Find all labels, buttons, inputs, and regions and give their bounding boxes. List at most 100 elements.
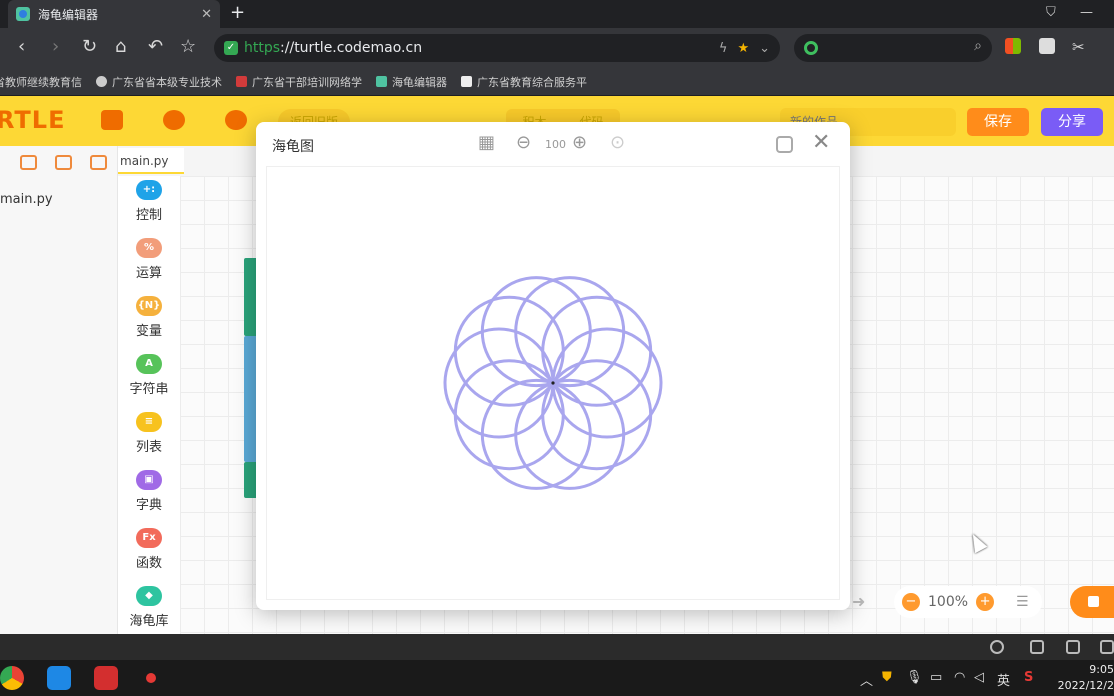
grid-icon[interactable]: ▦ [478,133,495,153]
clock-date: 2022/12/2 [1057,679,1114,692]
locate-icon[interactable]: ⊙ [610,133,625,153]
category-dictionary[interactable]: ▣ 字典 [118,470,180,513]
category-turtle[interactable]: ◆ 海龟库 [118,586,180,629]
browser-status-bar [0,634,1114,660]
turtle-drawing [443,276,663,490]
scissors-icon[interactable]: ✂ [1072,37,1085,57]
forward-icon[interactable]: › [52,37,59,57]
bookmark-item[interactable]: 广东省干部培训网络学 [236,74,362,90]
bookmark-item[interactable]: 海龟编辑器 [376,74,447,90]
address-bar[interactable]: ✓ https ://turtle.codemao.cn ϟ ★ ⌄ [214,34,780,62]
fullscreen-icon[interactable] [776,136,793,153]
wps-app-icon[interactable] [94,666,118,690]
dialog-zoom-value: 100 [545,138,566,151]
search-icon[interactable]: ⌕ [974,38,982,54]
favorite-star-icon[interactable]: ☆ [180,37,196,57]
share-button[interactable]: 分享 [1041,108,1103,136]
shield-tray-icon[interactable]: ⛊ [882,670,892,685]
stop-button[interactable] [1070,586,1114,618]
category-operators[interactable]: % 运算 [118,238,180,281]
zoom-in-icon[interactable]: ⊕ [572,133,587,153]
battery-icon[interactable]: ▭ [930,670,942,685]
category-variables[interactable]: {N} 变量 [118,296,180,339]
zoom-out-button[interactable]: − [902,593,920,611]
zoom-in-button[interactable]: + [976,593,995,611]
tab-close-icon[interactable]: ✕ [201,7,212,22]
chevron-down-icon[interactable]: ⌄ [759,41,770,56]
extension-icon[interactable] [1039,38,1055,54]
messenger-app-icon[interactable] [47,666,71,690]
turtle-pointer [551,381,555,385]
bookmarks-bar: 省教师继续教育信 广东省省本级专业技术 广东省干部培训网络学 海龟编辑器 广东省… [0,68,1114,95]
apps-grid-icon[interactable] [1005,38,1021,54]
file-panel: main.py [0,146,118,634]
emblem-icon [236,76,247,87]
browser-app-icon[interactable] [0,666,24,690]
zoom-level: 100% [928,594,969,610]
play-arrow-icon[interactable]: ➜ [852,592,865,611]
volume-icon[interactable]: ◁ [974,670,984,685]
page-icon [461,76,472,87]
file-item[interactable]: main.py [0,192,53,207]
tray-chevron-icon[interactable]: ︿ [860,670,873,689]
functions-icon: Fx [136,528,162,548]
lists-icon: ≡ [136,412,162,432]
record-app-icon[interactable] [146,673,156,683]
dialog-title: 海龟图 [272,139,314,155]
dictionary-icon: ▣ [136,470,162,490]
undo-close-icon[interactable]: ↶ [148,37,163,57]
zoom-out-icon[interactable]: ⊖ [516,133,531,153]
new-tab-button[interactable]: + [230,3,245,23]
new-folder-icon[interactable] [55,155,72,170]
home-icon[interactable]: ⌂ [115,37,126,57]
reload-icon[interactable]: ↻ [82,37,97,57]
trash-icon[interactable] [1030,640,1044,654]
download-icon[interactable] [90,155,107,170]
lightning-icon[interactable]: ϟ [719,41,728,56]
ime-indicator[interactable]: 英 [997,670,1010,689]
bookmark-star-icon[interactable]: ★ [737,41,749,56]
rocket-icon[interactable] [990,640,1004,654]
category-control[interactable]: +: 控制 [118,180,180,223]
bookmark-item[interactable]: 广东省教育综合服务平 [461,74,587,90]
browser-toolbar: ‹ › ↻ ⌂ ↶ ☆ ✓ https ://turtle.codemao.cn… [0,28,1114,68]
code-block[interactable] [244,336,256,462]
code-block[interactable] [244,258,256,336]
app-logo: RTLE [0,106,66,134]
taskbar: ︿ ⛊ 🎙 ▭ ◠ ◁ 英 S 9:05 2022/12/2 [0,660,1114,696]
category-strings[interactable]: A 字符串 [118,354,180,397]
turtle-favicon-icon [376,76,387,87]
bookmark-item[interactable]: 省教师继续教育信 [0,74,82,90]
zoom-control: − 100% + ☰ [894,586,1042,618]
folder-icon[interactable] [101,110,123,130]
shirt-skin-icon[interactable]: ⛉ [1046,5,1056,20]
close-icon[interactable]: ✕ [812,130,830,156]
clock[interactable]: 9:05 2022/12/2 [1052,662,1114,694]
browser-tab[interactable]: 海龟编辑器 ✕ [8,0,220,28]
help-icon[interactable] [225,110,247,130]
rosette-circle [443,327,555,439]
speaker-icon[interactable] [1066,640,1080,654]
back-icon[interactable]: ‹ [18,37,25,57]
category-functions[interactable]: Fx 函数 [118,528,180,571]
align-icon[interactable]: ☰ [1016,594,1029,610]
minimize-icon[interactable]: — [1080,5,1093,20]
variables-icon: {N} [136,296,162,316]
window-icon[interactable] [1100,640,1114,654]
bookmark-item[interactable]: 广东省省本级专业技术 [96,74,222,90]
sogou-icon[interactable]: S [1024,670,1033,685]
wifi-icon[interactable]: ◠ [954,670,965,685]
mic-icon[interactable]: 🎙 [906,670,923,685]
gear-icon[interactable] [163,110,185,130]
category-lists[interactable]: ≡ 列表 [118,412,180,455]
turtle-canvas [266,166,840,600]
search-box[interactable]: ⌕ [794,34,992,62]
file-tab-label: main.py [120,154,169,168]
image-icon[interactable] [20,155,37,170]
code-block[interactable] [244,462,256,498]
save-button[interactable]: 保存 [967,108,1029,136]
block-categories: +: 控制 % 运算 {N} 变量 A 字符串 ≡ 列表 ▣ 字典 Fx 函数 ◆ 海龟库 [118,176,180,634]
url-host: ://turtle.codemao.cn [280,40,423,56]
turtle-icon: ◆ [136,586,162,606]
turtle-favicon-icon [16,7,30,21]
